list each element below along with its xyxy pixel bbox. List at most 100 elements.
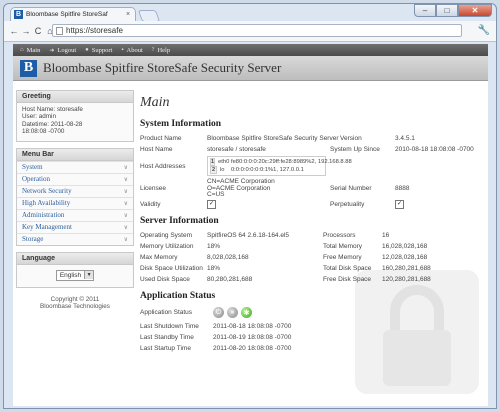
menu-logout-label: Logout xyxy=(57,46,77,54)
server-info-row: Used Disk Space 80,280,281,688 Free Disk… xyxy=(137,274,483,285)
menu-logout[interactable]: ➜ Logout xyxy=(49,47,76,54)
menu-bar-panel: Menu Bar System ∨ Operation ∨ Network Secu… xyxy=(16,147,134,246)
dropdown-arrow-icon[interactable]: ▼ xyxy=(84,271,94,280)
address-index: 1 xyxy=(210,158,216,166)
sidebar-item-operation[interactable]: Operation ∨ xyxy=(17,172,133,185)
application-status-label: Application Status xyxy=(140,309,193,317)
memory-utilization-value: 18% xyxy=(207,242,221,250)
sidebar-item-network-security[interactable]: Network Security ∨ xyxy=(17,184,133,197)
licensee-c: C=US xyxy=(207,191,225,199)
address-text: eth0 fe80:0:0:0:20c:29ff:fe28:8989%2, 19… xyxy=(218,159,352,165)
bloombase-logo: B xyxy=(20,59,37,77)
used-disk-space-label: Used Disk Space xyxy=(140,275,190,283)
licensee-value: CN=ACME Corporation O=ACME Corporation C… xyxy=(207,178,330,199)
sidebar-item-label: Storage xyxy=(22,235,44,244)
sidebar-item-label: Operation xyxy=(22,175,50,184)
sidebar-item-key-management[interactable]: Key Management ∨ xyxy=(17,220,133,233)
minimize-button[interactable]: – xyxy=(414,4,436,17)
sidebar-item-high-availability[interactable]: High Availability ∨ xyxy=(17,196,133,209)
operating-system-label: Operating System xyxy=(140,231,193,239)
licensee-row: Licensee CN=ACME Corporation O=ACME Corp… xyxy=(137,178,483,199)
menu-main[interactable]: ⌂ Main xyxy=(20,47,40,54)
copyright-line: Copyright © 2011 xyxy=(50,295,100,303)
shutdown-icon[interactable]: ⏻ xyxy=(213,307,224,319)
total-memory-label: Total Memory xyxy=(323,242,363,250)
browser-window: B Bloombase Spitfire StoreSaf × – □ ✕ ← … xyxy=(3,3,497,409)
max-memory-value: 8,028,028,168 xyxy=(207,253,249,261)
language-select[interactable]: English ▼ xyxy=(55,269,95,281)
greeting-title: Greeting xyxy=(17,91,133,103)
host-name-value: storesafe / storesafe xyxy=(207,146,266,153)
startup-icon[interactable]: ✱ xyxy=(241,307,252,319)
maximize-button[interactable]: □ xyxy=(436,4,458,17)
address-bar[interactable]: https://storesafe xyxy=(52,24,462,37)
validity-checkbox[interactable]: ✓ xyxy=(207,199,216,209)
product-name-value: Bloombase Spitfire StoreSafe Security Se… xyxy=(207,135,339,142)
host-addresses-list: 1 eth0 fe80:0:0:0:20c:29ff:fe28:8989%2, 1… xyxy=(207,156,352,176)
browser-tab[interactable]: B Bloombase Spitfire StoreSaf × xyxy=(10,7,136,21)
chevron-down-icon: ∨ xyxy=(123,212,128,219)
version-label: Version xyxy=(340,135,362,142)
host-addresses-label: Host Addresses xyxy=(140,162,186,170)
application-status-row: Application Status ⏻ ⏸ ✱ xyxy=(137,305,483,321)
back-arrow-icon[interactable]: ← xyxy=(8,26,20,36)
sidebar-item-storage[interactable]: Storage ∨ xyxy=(17,232,133,245)
version-value: 3.4.5.1 xyxy=(395,135,415,142)
page-icon xyxy=(56,26,63,35)
server-info-row: Memory Utilization 18% Total Memory 16,0… xyxy=(137,241,483,252)
sidebar-item-administration[interactable]: Administration ∨ xyxy=(17,208,133,221)
sidebar-item-label: Key Management xyxy=(22,223,72,232)
menu-about-label: About xyxy=(126,46,143,54)
product-name-label: Product Name xyxy=(140,135,182,142)
address-text: lo 0:0:0:0:0:0:0:1%1, 127.0.0.1 xyxy=(220,167,304,173)
web-page: ⌂ Main ➜ Logout ● Support ▪ About ? Help B Bl… xyxy=(13,44,488,406)
menu-about[interactable]: ▪ About xyxy=(121,47,142,54)
licensee-label: Licensee xyxy=(140,185,167,193)
system-up-since-value: 2010-08-18 18:08:08 -0700 xyxy=(395,146,474,153)
total-memory-value: 16,028,028,168 xyxy=(382,242,428,250)
close-button[interactable]: ✕ xyxy=(458,4,492,17)
main-content: Main System Information Product Name Blo… xyxy=(137,90,483,354)
chevron-down-icon: ∨ xyxy=(123,236,128,243)
free-disk-space-value: 120,280,281,688 xyxy=(382,275,431,283)
sidebar-item-system[interactable]: System ∨ xyxy=(17,160,133,173)
standby-icon[interactable]: ⏸ xyxy=(227,307,238,319)
sidebar-item-label: Administration xyxy=(22,211,65,220)
wrench-icon[interactable]: 🔧 xyxy=(478,25,490,36)
last-startup-value: 2011-08-20 18:08:08 -0700 xyxy=(213,344,292,352)
menu-bar-title: Menu Bar xyxy=(17,148,133,161)
system-up-since-label: System Up Since xyxy=(330,146,380,153)
reload-icon[interactable]: C xyxy=(32,26,44,36)
disk-space-utilization-value: 18% xyxy=(207,264,221,272)
used-disk-space-value: 80,280,281,688 xyxy=(207,275,253,283)
total-disk-space-label: Total Disk Space xyxy=(323,264,372,272)
tab-close-icon[interactable]: × xyxy=(126,11,130,18)
menu-support[interactable]: ● Support xyxy=(85,47,112,54)
server-info-row: Operating System SpitfireOS 64 2.6.18-16… xyxy=(137,230,483,241)
server-info-row: Disk Space Utilization 18% Total Disk Sp… xyxy=(137,263,483,274)
server-info-row: Max Memory 8,028,028,168 Free Memory 12,… xyxy=(137,252,483,263)
last-startup-row: Last Startup Time 2011-08-20 18:08:08 -0… xyxy=(137,343,483,354)
last-startup-label: Last Startup Time xyxy=(140,344,191,352)
operating-system-value: SpitfireOS 64 2.6.18-164.el5 xyxy=(207,231,290,239)
last-shutdown-label: Last Shutdown Time xyxy=(140,322,199,330)
app-banner: B Bloombase Spitfire StoreSafe Security … xyxy=(13,56,488,81)
menu-main-label: Main xyxy=(26,46,41,54)
last-standby-label: Last Standby Time xyxy=(140,333,194,341)
licensee-o: O=ACME Corporation xyxy=(207,184,271,192)
address-row: 1 eth0 fe80:0:0:0:20c:29ff:fe28:8989%2, 1… xyxy=(210,158,352,166)
forward-arrow-icon[interactable]: → xyxy=(20,26,32,36)
language-selected: English xyxy=(59,271,82,279)
tab-title: Bloombase Spitfire StoreSaf xyxy=(26,11,108,18)
system-information-heading: System Information xyxy=(140,119,222,129)
logout-icon: ➜ xyxy=(49,47,55,54)
chevron-down-icon: ∨ xyxy=(123,176,128,183)
serial-number-label: Serial Number xyxy=(330,185,372,193)
menu-help[interactable]: ? Help xyxy=(152,47,170,54)
page-title: Main xyxy=(140,95,170,110)
validity-row: Validity ✓ Perpetuality ✓ xyxy=(137,199,483,210)
perpetuality-checkbox[interactable]: ✓ xyxy=(395,199,404,209)
application-status-controls: ⏻ ⏸ ✱ xyxy=(213,307,255,319)
support-icon: ● xyxy=(85,47,89,53)
about-icon: ▪ xyxy=(121,47,124,53)
